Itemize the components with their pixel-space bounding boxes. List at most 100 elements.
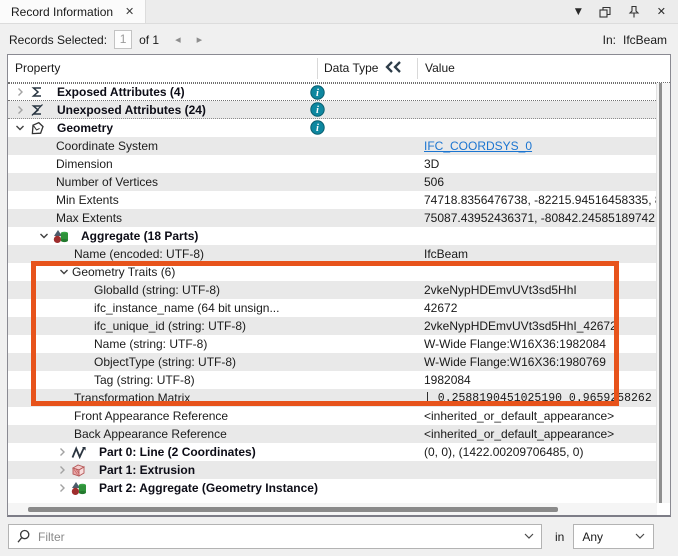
svg-text:i: i [316,105,319,116]
column-divider[interactable] [317,58,318,79]
table-row[interactable]: Dimension3D [8,155,670,173]
table-row[interactable]: Name (string: UTF-8) W-Wide Flange:W16X36… [8,335,670,353]
property-label: ifc_instance_name (64 bit unsign... [94,301,279,315]
property-label: Coordinate System [56,139,158,153]
property-label: Name (encoded: UTF-8) [74,247,204,261]
info-icon[interactable]: i [310,120,325,137]
dropdown-menu-icon[interactable]: ▼ [575,7,582,17]
pin-icon[interactable] [628,5,640,18]
table-row[interactable]: Part 1: Extrusion [8,461,670,479]
property-value: IfcBeam [424,247,656,261]
property-value: 75087.43952436371, -80842.24585189742, 8… [424,211,656,225]
table-row[interactable]: Geometry i [8,119,670,137]
property-label: Part 2: Aggregate (Geometry Instance) [99,481,318,495]
table-rows: Exposed Attributes (4)iUnexposed Attribu… [8,83,670,497]
filter-scope-select[interactable]: Any [573,524,654,549]
table-row[interactable]: Max Extents75087.43952436371, -80842.245… [8,209,670,227]
property-label: Name (string: UTF-8) [94,337,207,351]
table-row[interactable]: Min Extents74718.8356476738, -82215.9451… [8,191,670,209]
table-row[interactable]: Coordinate System IFC_COORDSYS_0 [8,137,670,155]
table-row[interactable]: Exposed Attributes (4)i [8,83,670,101]
previous-record-button[interactable]: ◂ [175,33,181,46]
table-row[interactable]: ifc_instance_name (64 bit unsign... 42672 [8,299,670,317]
table-row[interactable]: ObjectType (string: UTF-8)W-Wide Flange:… [8,353,670,371]
filter-input[interactable]: Filter [8,524,542,549]
table-row[interactable]: Name (encoded: UTF-8) IfcBeam [8,245,670,263]
next-record-button[interactable]: ▸ [197,33,203,46]
float-window-icon[interactable] [599,6,611,18]
property-value: 42672 [424,301,656,315]
chevron-down-icon[interactable] [56,267,72,277]
table-row[interactable]: ifc_unique_id (string: UTF-8) 2vkeNypHDEm… [8,317,670,335]
table-row[interactable]: Number of Vertices 506 [8,173,670,191]
table-row[interactable]: Part 2: Aggregate (Geometry Instance) [8,479,670,497]
in-label: In: [603,33,616,47]
property-label: Part 1: Extrusion [99,463,195,477]
table-row[interactable]: Part 0: Line (2 Coordinates)(0, 0), (142… [8,443,670,461]
search-icon [16,529,31,544]
horizontal-scrollbar[interactable] [8,503,657,515]
tab-title: Record Information [11,5,113,19]
property-label: Geometry Traits (6) [72,265,175,279]
chevron-right-icon[interactable] [12,105,28,115]
info-icon[interactable]: i [310,102,325,119]
vertical-scrollbar[interactable] [656,83,670,503]
records-selected-label: Records Selected: [9,33,107,47]
collapse-column-icon[interactable] [384,61,402,76]
table-row[interactable]: Geometry Traits (6) [8,263,670,281]
coordinate-system-link[interactable]: IFC_COORDSYS_0 [424,139,656,153]
property-value: 3D [424,157,656,171]
vertical-scrollbar-thumb[interactable] [659,83,662,503]
column-header-property: Property [15,61,60,75]
table-header: Property Data Type Value [8,55,670,83]
property-label: Geometry [57,121,113,135]
extrusion-icon [70,463,99,477]
property-label: Number of Vertices [56,175,158,189]
property-value: <inherited_or_default_appearance> [424,427,656,441]
feature-type-value: IfcBeam [623,33,667,47]
property-label: Front Appearance Reference [74,409,228,423]
property-value: W-Wide Flange:W16X36:1982084 [424,337,656,351]
column-divider[interactable] [417,58,418,79]
tab-close-icon[interactable]: ✕ [125,5,134,18]
line-icon [70,446,99,459]
table-row[interactable]: Aggregate (18 Parts) [8,227,670,245]
chevron-right-icon[interactable] [54,465,70,475]
property-value: 2vkeNypHDEmvUVt3sd5HhI_42672 [424,319,656,333]
table-row[interactable]: Back Appearance Reference<inherited_or_d… [8,425,670,443]
property-label: GlobalId (string: UTF-8) [94,283,220,297]
property-value: (0, 0), (1422.00209706485, 0) [424,445,656,459]
chevron-right-icon[interactable] [54,447,70,457]
chevron-down-icon[interactable] [524,533,534,540]
chevron-down-icon[interactable] [36,231,52,241]
table-row[interactable]: Front Appearance Reference <inherited_or_… [8,407,670,425]
table-row[interactable]: Transformation Matrix| 0.258819045102519… [8,389,670,407]
close-icon[interactable]: ✕ [657,5,666,18]
svg-text:i: i [316,123,319,134]
chevron-down-icon [635,533,645,540]
chevron-right-icon[interactable] [54,483,70,493]
table-row[interactable]: Tag (string: UTF-8)1982084 [8,371,670,389]
table-row[interactable]: GlobalId (string: UTF-8) 2vkeNypHDEmvUVt3… [8,281,670,299]
chevron-right-icon[interactable] [12,87,28,97]
geometry-icon [28,121,57,136]
property-value: 2vkeNypHDEmvUVt3sd5HhI [424,283,656,297]
records-of-label: of 1 [139,33,159,47]
property-value: 506 [424,175,656,189]
table-row[interactable]: Unexposed Attributes (24)i [8,101,670,119]
property-label: Aggregate (18 Parts) [81,229,198,243]
property-value: <inherited_or_default_appearance> [424,409,656,423]
window-controls: ▼ ✕ [575,0,678,23]
record-index-field[interactable]: 1 [114,30,132,49]
property-label: ifc_unique_id (string: UTF-8) [94,319,246,333]
records-toolbar: Records Selected: 1 of 1 ◂ ▸ In: IfcBeam [0,24,678,55]
property-label: ObjectType (string: UTF-8) [94,355,236,369]
property-label: Tag (string: UTF-8) [94,373,195,387]
info-icon[interactable]: i [310,85,325,101]
chevron-down-icon[interactable] [12,123,28,133]
property-value: 74718.8356476738, -82215.94516458335, 83… [424,193,656,207]
property-value: | 0.2588190451025190 0.9659258262 [424,392,656,405]
horizontal-scrollbar-thumb[interactable] [28,507,558,512]
tab-record-information[interactable]: Record Information ✕ [0,0,146,23]
filter-placeholder: Filter [38,530,65,544]
